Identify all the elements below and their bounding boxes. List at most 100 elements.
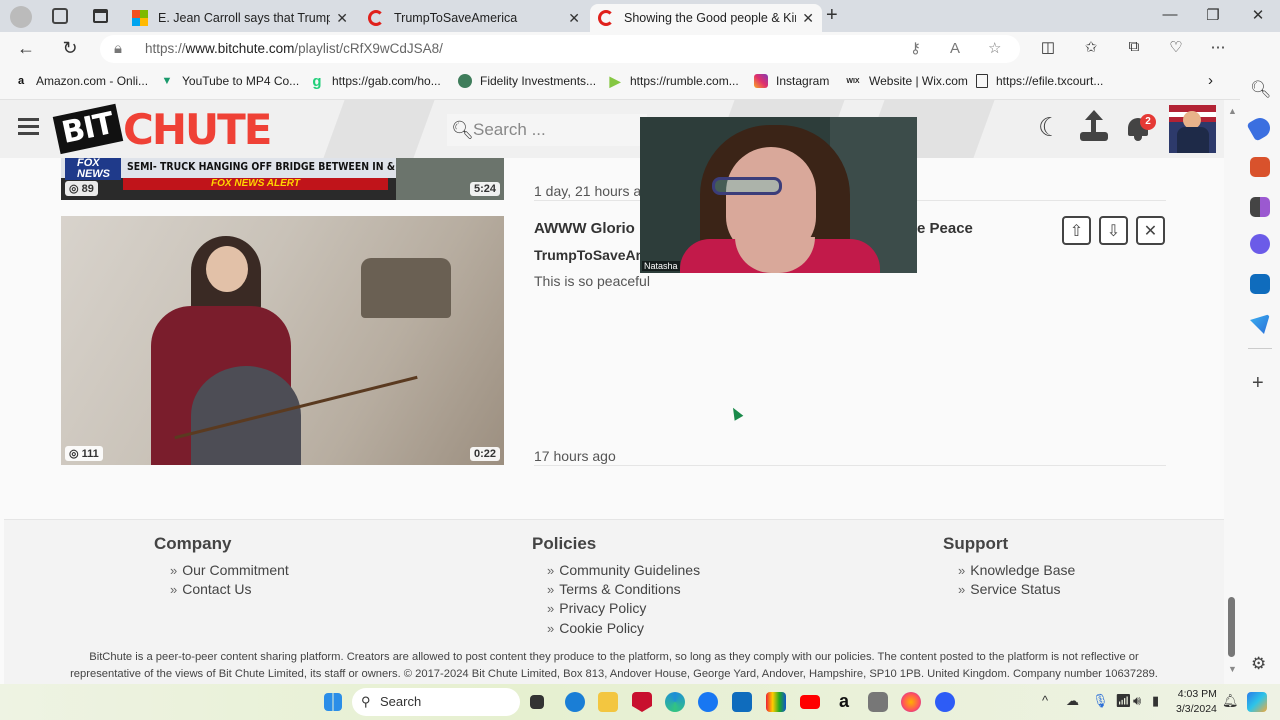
footer-link-privacy-policy[interactable]: Privacy Policy xyxy=(547,600,646,616)
read-aloud-icon[interactable]: A xyxy=(950,35,960,63)
minimize-button[interactable]: — xyxy=(1155,6,1185,23)
outlook-icon[interactable] xyxy=(1250,274,1270,294)
browser-essentials-icon[interactable]: ♡ xyxy=(1164,38,1188,56)
footer-link-our-commitment[interactable]: Our Commitment xyxy=(170,562,289,578)
taskbar-search[interactable]: ⚲ Search xyxy=(352,688,520,716)
back-button[interactable]: ← xyxy=(14,38,38,59)
amazon-taskbar-icon[interactable]: a xyxy=(834,692,854,712)
bookmark-amazon[interactable]: a Amazon.com - Onli... xyxy=(14,74,148,88)
bookmark-label: https://efile.txcourt... xyxy=(996,74,1104,88)
browser-toolbar: ← ↻ 🔒︎ https://www.bitchute.com/playlist… xyxy=(0,32,1280,66)
taskbar-clock[interactable]: 4:03 PM 3/3/2024 xyxy=(1176,687,1217,717)
video-title-continued[interactable]: e Peace xyxy=(917,220,973,237)
hamburger-menu-icon[interactable] xyxy=(18,118,39,121)
camera-icon[interactable] xyxy=(868,692,888,712)
more-menu-icon[interactable]: ⋯ xyxy=(1206,38,1230,56)
collections-icon[interactable]: ⧉ xyxy=(1122,38,1146,55)
notification-center-bell-icon[interactable]: 🔔︎ xyxy=(1222,693,1239,709)
bookmark-rumble[interactable]: ▶ https://rumble.com... xyxy=(608,72,739,89)
bookmark-youtube-mp4[interactable]: ▼ YouTube to MP4 Co... xyxy=(160,74,300,88)
workspaces-icon[interactable] xyxy=(52,8,68,24)
rumble-icon: ▶ xyxy=(609,72,621,89)
move-down-button[interactable]: ⇩ xyxy=(1099,216,1128,245)
close-tab-icon[interactable]: ✕ xyxy=(802,10,814,27)
view-count: ◎ 111 xyxy=(65,446,103,461)
bookmark-fidelity[interactable]: Fidelity Investments... xyxy=(458,74,596,88)
close-window-button[interactable]: ✕ xyxy=(1243,6,1273,24)
video-thumbnail[interactable]: ◎ 111 0:22 xyxy=(61,216,504,465)
tools-icon[interactable] xyxy=(1250,157,1270,177)
restore-button[interactable]: ❐ xyxy=(1198,6,1228,24)
scrollbar-thumb[interactable] xyxy=(1228,597,1235,657)
bookmark-efile[interactable]: https://efile.txcourt... xyxy=(976,74,1103,88)
wifi-icon[interactable]: 📶︎ xyxy=(1115,693,1132,709)
key-icon[interactable]: ⚷ xyxy=(910,35,921,63)
video-title[interactable]: AWWW Glorio xyxy=(534,220,635,237)
footer-link-contact-us[interactable]: Contact Us xyxy=(170,581,251,597)
onedrive-cloud-icon[interactable]: ☁ xyxy=(1066,693,1079,709)
footer-link-service-status[interactable]: Service Status xyxy=(958,581,1060,597)
tab-ejean-carroll[interactable]: E. Jean Carroll says that Trump ca ✕ xyxy=(124,4,356,32)
bookmark-instagram[interactable]: Instagram xyxy=(754,74,829,88)
help-icon[interactable] xyxy=(565,692,585,712)
mcafee-icon[interactable] xyxy=(632,692,652,712)
add-icon[interactable]: + xyxy=(1252,372,1264,395)
dark-mode-moon-icon[interactable]: ☾ xyxy=(1038,112,1061,143)
video-thumbnail[interactable]: FOX NEWS SEMI- TRUCK HANGING OFF BRIDGE B… xyxy=(61,158,504,200)
close-tab-icon[interactable]: ✕ xyxy=(568,10,580,27)
duration-badge: 5:24 xyxy=(469,182,500,196)
address-bar[interactable]: 🔒︎ https://www.bitchute.com/playlist/cRf… xyxy=(100,35,1020,63)
windows-start-icon[interactable] xyxy=(324,693,342,711)
new-tab-button[interactable]: + xyxy=(826,4,838,27)
favorites-icon[interactable]: ✩ xyxy=(1079,38,1103,56)
bookmark-gab[interactable]: g https://gab.com/ho... xyxy=(310,73,440,90)
scroll-up-arrow-icon[interactable]: ▲ xyxy=(1228,106,1237,116)
move-up-button[interactable]: ⇧ xyxy=(1062,216,1091,245)
edge-taskbar-icon[interactable] xyxy=(665,692,685,712)
lock-icon[interactable]: 🔒︎ xyxy=(114,35,122,63)
send-icon[interactable] xyxy=(1250,314,1270,334)
remove-button[interactable]: ✕ xyxy=(1136,216,1165,245)
microphone-icon[interactable]: 🎙︎ xyxy=(1092,693,1109,709)
facebook-icon[interactable] xyxy=(698,692,718,712)
refresh-button[interactable]: ↻ xyxy=(58,38,82,59)
outlook-taskbar-icon[interactable] xyxy=(732,692,752,712)
channel-name[interactable]: TrumpToSaveAm xyxy=(534,247,648,263)
profile-icon[interactable] xyxy=(10,6,32,28)
footer-link-knowledge-base[interactable]: Knowledge Base xyxy=(958,562,1075,578)
upload-icon[interactable] xyxy=(1080,110,1108,144)
tab-trumptosaveamerica[interactable]: TrumpToSaveAmerica ✕ xyxy=(360,4,588,32)
footer-link-community-guidelines[interactable]: Community Guidelines xyxy=(547,562,700,578)
microsoft365-icon[interactable] xyxy=(1250,234,1270,254)
youtube-icon[interactable] xyxy=(800,695,820,709)
bookmark-wix[interactable]: WIX Website | Wix.com xyxy=(845,74,968,88)
firefox-icon[interactable] xyxy=(901,692,921,712)
search-icon[interactable]: 🔍︎ xyxy=(1250,80,1272,100)
volume-icon[interactable]: 🔊︎ xyxy=(1133,693,1141,709)
split-screen-icon[interactable]: ◫ xyxy=(1036,38,1060,56)
zoom-icon[interactable] xyxy=(935,692,955,712)
battery-icon[interactable]: ▮ xyxy=(1152,693,1159,709)
scroll-down-arrow-icon[interactable]: ▼ xyxy=(1228,664,1237,674)
shopping-tag-icon[interactable] xyxy=(1246,114,1274,142)
search-input[interactable]: 🔍︎ Search ... xyxy=(447,114,647,146)
page-scrollbar[interactable]: ▲ ▼ xyxy=(1224,100,1240,684)
user-avatar[interactable] xyxy=(1169,105,1216,153)
task-view-icon[interactable] xyxy=(530,695,544,709)
logo-bit[interactable]: BIT xyxy=(52,103,123,155)
webcam-overlay[interactable]: Natasha xyxy=(640,117,917,273)
tab-actions-icon[interactable] xyxy=(93,9,108,23)
logo-chute[interactable]: CHUTE xyxy=(123,105,272,154)
file-explorer-icon[interactable] xyxy=(598,692,618,712)
favorite-star-icon[interactable]: ☆ xyxy=(988,35,1001,63)
store-icon[interactable] xyxy=(766,692,786,712)
close-tab-icon[interactable]: ✕ xyxy=(336,10,348,27)
copilot-taskbar-icon[interactable] xyxy=(1247,692,1267,712)
games-icon[interactable] xyxy=(1250,197,1270,217)
sidebar-settings-icon[interactable]: ⚙ xyxy=(1251,654,1266,674)
tab-showing-good-people[interactable]: Showing the Good people & Kin ✕ xyxy=(590,4,822,32)
show-hidden-icons-chevron-icon[interactable]: ^ xyxy=(1042,693,1048,708)
footer-link-terms[interactable]: Terms & Conditions xyxy=(547,581,680,597)
footer-link-cookie-policy[interactable]: Cookie Policy xyxy=(547,620,644,636)
bookmarks-more-chevron-icon[interactable]: › xyxy=(1208,72,1213,89)
